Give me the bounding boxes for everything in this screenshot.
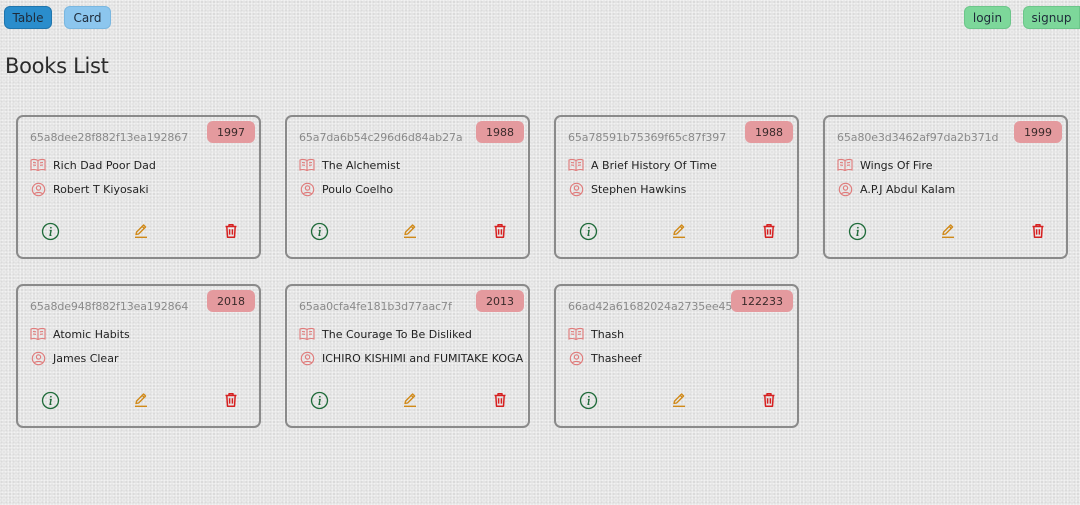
book-id: 65a80e3d3462af97da2b371d bbox=[837, 131, 999, 144]
year-badge: 1988 bbox=[745, 121, 793, 143]
pencil-icon[interactable] bbox=[131, 390, 151, 410]
book-id: 65aa0cfa4fe181b3d77aac7f bbox=[299, 300, 452, 313]
trash-icon[interactable] bbox=[221, 390, 241, 410]
pencil-icon[interactable] bbox=[400, 390, 420, 410]
book-id: 65a8de948f882f13ea192864 bbox=[30, 300, 189, 313]
book-id: 65a78591b75369f65c87f397 bbox=[568, 131, 727, 144]
pencil-icon[interactable] bbox=[400, 221, 420, 241]
signup-button[interactable]: signup bbox=[1023, 6, 1080, 29]
book-title-row: Rich Dad Poor Dad bbox=[30, 157, 156, 173]
user-circle-icon bbox=[299, 350, 315, 366]
book-card: 66ad42a61682024a2735ee45 122233 Thash Th… bbox=[554, 284, 799, 428]
book-title-row: Wings Of Fire bbox=[837, 157, 933, 173]
year-badge: 2018 bbox=[207, 290, 255, 312]
year-badge: 122233 bbox=[731, 290, 793, 312]
trash-icon[interactable] bbox=[759, 221, 779, 241]
pencil-icon[interactable] bbox=[669, 221, 689, 241]
year-badge: 2013 bbox=[476, 290, 524, 312]
book-open-icon bbox=[299, 326, 315, 342]
book-open-icon bbox=[837, 157, 853, 173]
info-circle-icon[interactable] bbox=[40, 390, 60, 410]
user-circle-icon bbox=[30, 350, 46, 366]
book-title-row: Atomic Habits bbox=[30, 326, 130, 342]
user-circle-icon bbox=[30, 181, 46, 197]
book-title: A Brief History Of Time bbox=[591, 158, 717, 172]
book-author: Robert T Kiyosaki bbox=[53, 182, 149, 196]
book-author: A.P.J Abdul Kalam bbox=[860, 182, 956, 196]
info-circle-icon[interactable] bbox=[309, 221, 329, 241]
book-title-row: The Courage To Be Disliked bbox=[299, 326, 472, 342]
year-badge: 1997 bbox=[207, 121, 255, 143]
book-card: 65a8de948f882f13ea192864 2018 Atomic Hab… bbox=[16, 284, 261, 428]
pencil-icon[interactable] bbox=[669, 390, 689, 410]
info-circle-icon[interactable] bbox=[578, 221, 598, 241]
book-author-row: A.P.J Abdul Kalam bbox=[837, 181, 955, 197]
top-toolbar: Table Card login signup bbox=[0, 6, 1080, 30]
book-author-row: James Clear bbox=[30, 350, 118, 366]
book-id: 65a7da6b54c296d6d84ab27a bbox=[299, 131, 463, 144]
pencil-icon[interactable] bbox=[938, 221, 958, 241]
book-author-row: Poulo Coelho bbox=[299, 181, 393, 197]
book-author: ICHIRO KISHIMI and FUMITAKE KOGA bbox=[322, 351, 524, 365]
trash-icon[interactable] bbox=[490, 221, 510, 241]
year-badge: 1988 bbox=[476, 121, 524, 143]
year-badge: 1999 bbox=[1014, 121, 1062, 143]
book-open-icon bbox=[299, 157, 315, 173]
trash-icon[interactable] bbox=[490, 390, 510, 410]
book-open-icon bbox=[30, 326, 46, 342]
book-author-row: Thasheef bbox=[568, 350, 642, 366]
book-id: 65a8dee28f882f13ea192867 bbox=[30, 131, 189, 144]
book-title: The Courage To Be Disliked bbox=[322, 327, 472, 341]
book-card: 65a8dee28f882f13ea192867 1997 Rich Dad P… bbox=[16, 115, 261, 259]
book-author: Poulo Coelho bbox=[322, 182, 394, 196]
book-card: 65aa0cfa4fe181b3d77aac7f 2013 The Courag… bbox=[285, 284, 530, 428]
info-circle-icon[interactable] bbox=[578, 390, 598, 410]
book-title-row: Thash bbox=[568, 326, 624, 342]
user-circle-icon bbox=[568, 181, 584, 197]
book-title: Wings Of Fire bbox=[860, 158, 933, 172]
book-title-row: A Brief History Of Time bbox=[568, 157, 717, 173]
page-title: Books List bbox=[5, 54, 109, 78]
book-title: The Alchemist bbox=[322, 158, 401, 172]
user-circle-icon bbox=[568, 350, 584, 366]
book-title: Atomic Habits bbox=[53, 327, 130, 341]
book-id: 66ad42a61682024a2735ee45 bbox=[568, 300, 733, 313]
book-author-row: Robert T Kiyosaki bbox=[30, 181, 149, 197]
book-title-row: The Alchemist bbox=[299, 157, 400, 173]
trash-icon[interactable] bbox=[221, 221, 241, 241]
book-open-icon bbox=[568, 326, 584, 342]
card-view-button[interactable]: Card bbox=[64, 6, 111, 29]
login-button[interactable]: login bbox=[964, 6, 1011, 29]
user-circle-icon bbox=[837, 181, 853, 197]
trash-icon[interactable] bbox=[759, 390, 779, 410]
book-card: 65a80e3d3462af97da2b371d 1999 Wings Of F… bbox=[823, 115, 1068, 259]
book-author: Stephen Hawkins bbox=[591, 182, 687, 196]
book-card: 65a7da6b54c296d6d84ab27a 1988 The Alchem… bbox=[285, 115, 530, 259]
info-circle-icon[interactable] bbox=[309, 390, 329, 410]
book-author-row: ICHIRO KISHIMI and FUMITAKE KOGA bbox=[299, 350, 523, 366]
trash-icon[interactable] bbox=[1028, 221, 1048, 241]
book-open-icon bbox=[30, 157, 46, 173]
pencil-icon[interactable] bbox=[131, 221, 151, 241]
book-author: Thasheef bbox=[591, 351, 642, 365]
book-author-row: Stephen Hawkins bbox=[568, 181, 686, 197]
book-open-icon bbox=[568, 157, 584, 173]
user-circle-icon bbox=[299, 181, 315, 197]
book-title: Rich Dad Poor Dad bbox=[53, 158, 156, 172]
info-circle-icon[interactable] bbox=[40, 221, 60, 241]
book-card: 65a78591b75369f65c87f397 1988 A Brief Hi… bbox=[554, 115, 799, 259]
book-author: James Clear bbox=[53, 351, 119, 365]
info-circle-icon[interactable] bbox=[847, 221, 867, 241]
book-title: Thash bbox=[591, 327, 625, 341]
table-view-button[interactable]: Table bbox=[4, 6, 52, 29]
